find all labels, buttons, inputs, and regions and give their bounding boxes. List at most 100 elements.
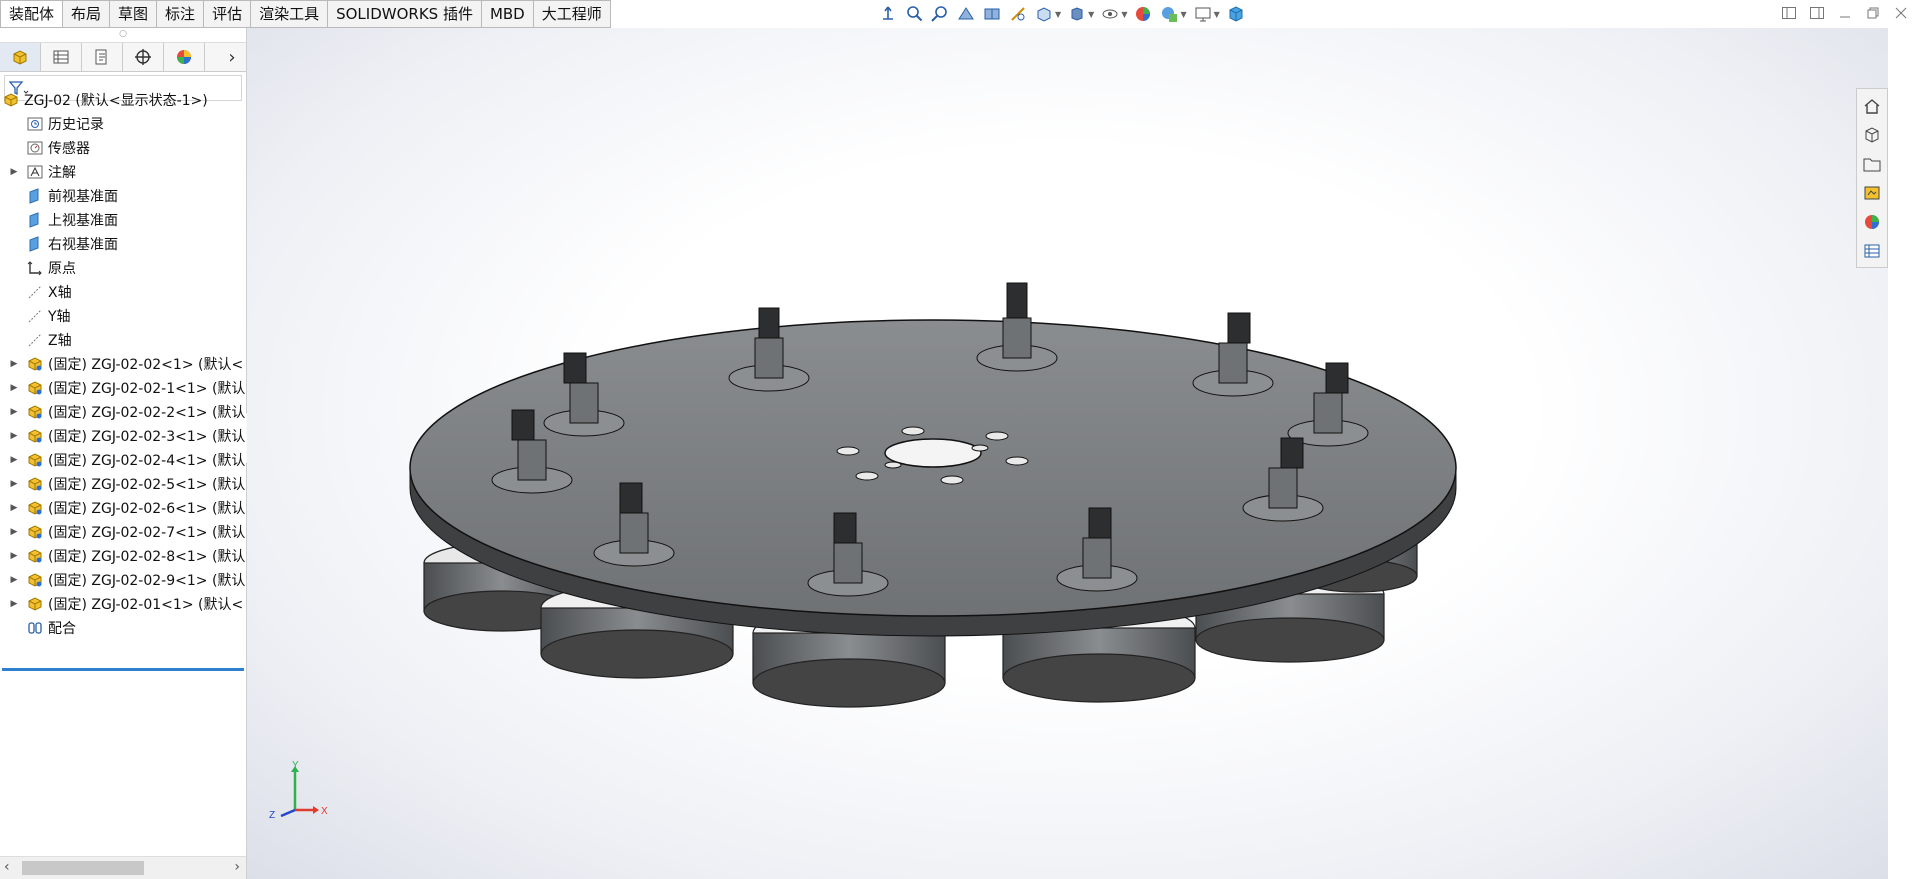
tab-solidworks-addins[interactable]: SOLIDWORKS 插件 — [328, 0, 482, 28]
tab-dimxpert[interactable] — [123, 43, 164, 71]
axis-icon — [26, 283, 44, 301]
tree-item-right-plane[interactable]: 右视基准面 — [0, 232, 246, 256]
tree-item-component[interactable]: ▶ (固定) ZGJ-02-02-9<1> (默认 — [0, 568, 246, 592]
plane-icon — [26, 211, 44, 229]
panel-tabs-more-button[interactable]: › — [218, 43, 246, 71]
tab-sketch[interactable]: 草图 — [110, 0, 158, 28]
graphics-viewport[interactable] — [247, 28, 1888, 879]
scroll-right-button[interactable]: › — [234, 859, 240, 875]
restore-icon[interactable] — [1864, 4, 1882, 22]
expand-arrow-icon[interactable]: ▶ — [8, 479, 20, 489]
minimize-icon[interactable] — [1836, 4, 1854, 22]
custom-properties-icon[interactable] — [1857, 238, 1887, 263]
view-orientation-icon[interactable] — [1034, 4, 1054, 24]
tree-item-component[interactable]: ▶ (固定) ZGJ-02-02-6<1> (默认 — [0, 496, 246, 520]
file-explorer-icon[interactable] — [1857, 151, 1887, 176]
panel-right-icon[interactable] — [1808, 4, 1826, 22]
panel-horizontal-scrollbar[interactable]: ‹ › — [0, 856, 246, 879]
subassembly-icon — [26, 571, 44, 589]
plane-icon — [26, 187, 44, 205]
panel-left-icon[interactable] — [1780, 4, 1798, 22]
tab-feature-manager[interactable] — [0, 43, 41, 71]
tree-item-history[interactable]: 历史记录 — [0, 112, 246, 136]
tab-layout[interactable]: 布局 — [63, 0, 111, 28]
tree-item-label: 前视基准面 — [48, 189, 118, 205]
tab-display-manager[interactable] — [164, 43, 205, 71]
expand-arrow-icon[interactable]: ▶ — [8, 551, 20, 561]
tab-property-manager[interactable] — [41, 43, 82, 71]
tree-item-sensors[interactable]: 传感器 — [0, 136, 246, 160]
tab-assembly[interactable]: 装配体 — [0, 0, 64, 28]
view-cube-icon[interactable] — [1226, 4, 1246, 24]
zoom-to-area-icon[interactable] — [904, 4, 924, 24]
part-icon — [26, 595, 44, 613]
tree-item-origin[interactable]: 原点 — [0, 256, 246, 280]
tree-item-component[interactable]: ▶ (固定) ZGJ-02-02-1<1> (默认 — [0, 376, 246, 400]
tree-item-label: 传感器 — [48, 141, 90, 157]
tree-item-component[interactable]: ▶ (固定) ZGJ-02-01<1> (默认< — [0, 592, 246, 616]
section-view-icon[interactable] — [956, 4, 976, 24]
tree-item-z-axis[interactable]: Z轴 — [0, 328, 246, 352]
expand-arrow-icon[interactable]: ▶ — [8, 359, 20, 369]
tab-mbd[interactable]: MBD — [481, 0, 534, 28]
tree-item-component[interactable]: ▶ (固定) ZGJ-02-02-5<1> (默认 — [0, 472, 246, 496]
subassembly-icon — [26, 379, 44, 397]
expand-arrow-icon[interactable]: ▶ — [8, 407, 20, 417]
expand-arrow-icon[interactable]: ▶ — [8, 167, 20, 177]
tree-item-component[interactable]: ▶ (固定) ZGJ-02-02-8<1> (默认 — [0, 544, 246, 568]
close-icon[interactable] — [1892, 4, 1910, 22]
view-settings-icon[interactable] — [1193, 4, 1213, 24]
panel-grip[interactable]: ○ — [0, 28, 246, 43]
sketch-toggle-icon[interactable] — [1008, 4, 1028, 24]
subassembly-icon — [26, 355, 44, 373]
assembly-icon — [2, 91, 20, 109]
expand-arrow-icon[interactable]: ▶ — [8, 383, 20, 393]
edit-appearance-icon[interactable] — [1133, 4, 1153, 24]
tree-item-component[interactable]: ▶ (固定) ZGJ-02-02-2<1> (默认 — [0, 400, 246, 424]
apply-scene-icon[interactable] — [1159, 4, 1179, 24]
tree-item-component[interactable]: ▶ (固定) ZGJ-02-02-3<1> (默认 — [0, 424, 246, 448]
history-icon — [26, 115, 44, 133]
home-icon[interactable] — [1857, 93, 1887, 118]
tree-item-label: (固定) ZGJ-02-02-9<1> (默认 — [48, 573, 246, 589]
tab-configuration-manager[interactable] — [82, 43, 123, 71]
previous-view-icon[interactable] — [930, 4, 950, 24]
tree-item-component[interactable]: ▶ (固定) ZGJ-02-02-7<1> (默认 — [0, 520, 246, 544]
design-library-icon[interactable] — [1857, 122, 1887, 147]
tab-evaluate[interactable]: 评估 — [204, 0, 252, 28]
tree-item-component[interactable]: ▶ (固定) ZGJ-02-02-4<1> (默认 — [0, 448, 246, 472]
tab-markup[interactable]: 标注 — [157, 0, 205, 28]
rollback-bar[interactable] — [2, 668, 244, 671]
tree-item-label: (固定) ZGJ-02-02-5<1> (默认 — [48, 477, 246, 493]
appearances-icon[interactable] — [1857, 209, 1887, 234]
hide-show-items-icon[interactable] — [1100, 4, 1120, 24]
tab-big-engineer[interactable]: 大工程师 — [533, 0, 611, 28]
expand-arrow-icon[interactable]: ▶ — [8, 527, 20, 537]
subassembly-icon — [26, 451, 44, 469]
expand-arrow-icon[interactable]: ▶ — [8, 503, 20, 513]
tab-render-tools[interactable]: 渲染工具 — [251, 0, 329, 28]
scroll-left-button[interactable]: ‹ — [4, 859, 10, 875]
view-palette-icon[interactable] — [1857, 180, 1887, 205]
tree-item-root[interactable]: ZGJ-02 (默认<显示状态-1>) — [0, 88, 246, 112]
tree-item-front-plane[interactable]: 前视基准面 — [0, 184, 246, 208]
tree-item-label: 配合 — [48, 621, 76, 637]
tree-item-x-axis[interactable]: X轴 — [0, 280, 246, 304]
subassembly-icon — [26, 523, 44, 541]
tree-item-annotations[interactable]: ▶ 注解 — [0, 160, 246, 184]
expand-arrow-icon[interactable]: ▶ — [8, 431, 20, 441]
expand-arrow-icon[interactable]: ▶ — [8, 599, 20, 609]
tree-item-y-axis[interactable]: Y轴 — [0, 304, 246, 328]
expand-arrow-icon[interactable]: ▶ — [8, 575, 20, 585]
tree-item-mates[interactable]: 配合 — [0, 616, 246, 640]
tree-item-top-plane[interactable]: 上视基准面 — [0, 208, 246, 232]
tree-item-label: (固定) ZGJ-02-02-7<1> (默认 — [48, 525, 246, 541]
scroll-thumb[interactable] — [22, 861, 144, 875]
tree-item-component[interactable]: ▶ (固定) ZGJ-02-02<1> (默认< — [0, 352, 246, 376]
tree-item-label: (固定) ZGJ-02-02-8<1> (默认 — [48, 549, 246, 565]
dynamic-annotation-icon[interactable] — [982, 4, 1002, 24]
zoom-to-fit-icon[interactable] — [878, 4, 898, 24]
expand-arrow-icon[interactable]: ▶ — [8, 455, 20, 465]
display-style-icon[interactable] — [1067, 4, 1087, 24]
task-pane-strip — [1856, 88, 1888, 268]
